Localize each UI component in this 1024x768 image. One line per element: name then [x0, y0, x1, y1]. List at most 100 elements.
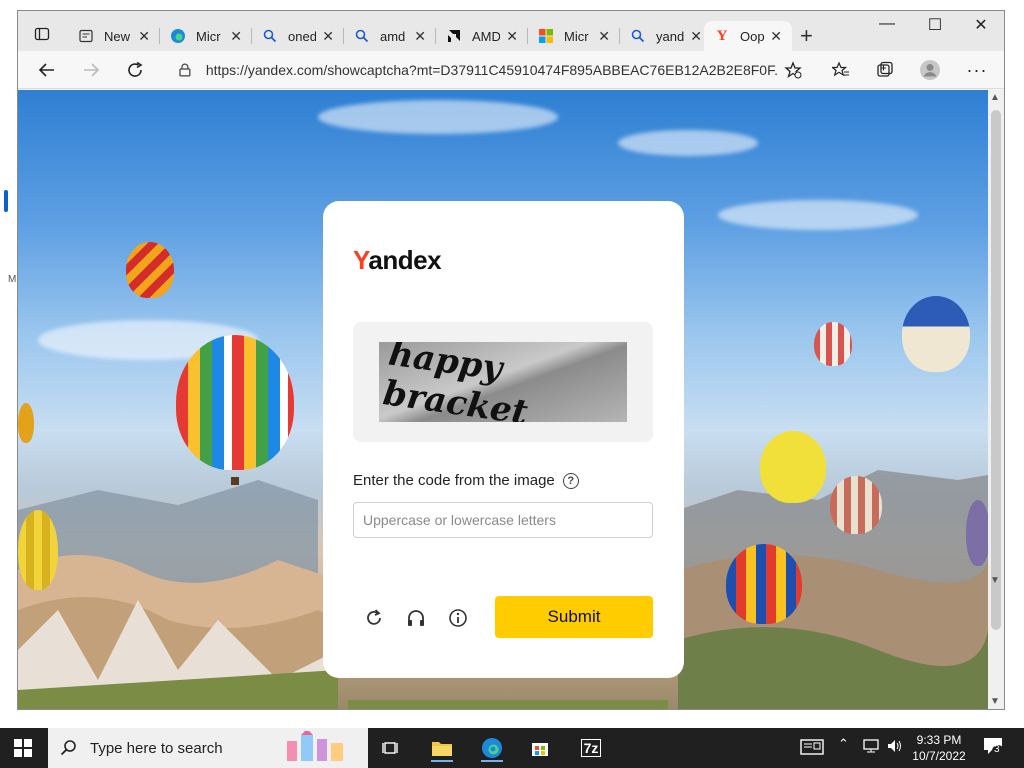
- windows-logo-icon: [14, 739, 32, 757]
- info-icon: [449, 609, 467, 627]
- close-tab-icon[interactable]: ✕: [414, 28, 426, 45]
- tab-microsoft-2[interactable]: Micr ✕: [528, 21, 620, 51]
- close-window-button[interactable]: ✕: [958, 15, 1004, 35]
- forward-button[interactable]: [76, 57, 106, 83]
- back-button[interactable]: [32, 57, 62, 83]
- more-dots-icon: ···: [966, 59, 988, 80]
- yandex-icon: Y: [716, 27, 728, 44]
- tab-microsoft-1[interactable]: Micr ✕: [160, 21, 252, 51]
- hot-air-balloon: [176, 335, 294, 470]
- taskbar: Type here to search 7z ⌃ 9:33 PM 10/7/20…: [0, 728, 1024, 768]
- close-tab-icon[interactable]: ✕: [770, 28, 782, 45]
- side-indicator: [4, 190, 8, 212]
- file-explorer-button[interactable]: [427, 734, 457, 762]
- search-icon: [262, 28, 278, 44]
- tab-page-icon: [78, 28, 94, 44]
- cloud: [318, 100, 558, 134]
- address-bar[interactable]: https://yandex.com/showcaptcha?mt=D37911…: [166, 55, 778, 85]
- yandex-logo: Yandex: [353, 245, 442, 275]
- captcha-image: happy bracket: [379, 342, 627, 422]
- refresh-icon: [128, 61, 143, 77]
- tray-news-icon[interactable]: [800, 738, 824, 759]
- headphones-icon: [408, 610, 424, 626]
- edge-taskbar-button[interactable]: [477, 734, 507, 762]
- avatar-icon: [920, 60, 940, 80]
- plus-icon: +: [800, 23, 813, 48]
- captcha-prompt: Enter the code from the image ?: [353, 472, 579, 489]
- close-tab-icon[interactable]: ✕: [230, 28, 242, 45]
- settings-menu-button[interactable]: ···: [962, 57, 992, 83]
- refresh-button[interactable]: [120, 57, 150, 83]
- notification-count-badge: 3: [994, 744, 1000, 755]
- search-icon: [60, 740, 76, 756]
- tab-search-yandex[interactable]: yand ✕: [620, 21, 712, 51]
- tab-search-onedrive[interactable]: oned ✕: [252, 21, 344, 51]
- captcha-image-frame: happy bracket: [353, 322, 653, 442]
- add-favorite-button[interactable]: [778, 57, 808, 83]
- back-arrow-icon: [38, 63, 54, 77]
- store-button[interactable]: [525, 734, 555, 762]
- tab-title: Micr: [196, 28, 221, 44]
- volume-button[interactable]: [886, 738, 904, 757]
- minimize-button[interactable]: —: [864, 15, 910, 33]
- new-tab-button[interactable]: +: [800, 23, 813, 49]
- tab-actions-button[interactable]: [26, 20, 58, 48]
- tab-yandex-active[interactable]: Y Oop ✕: [704, 21, 792, 51]
- browser-toolbar: https://yandex.com/showcaptcha?mt=D37911…: [18, 51, 1004, 89]
- cloud: [718, 200, 918, 230]
- hot-air-balloon: [18, 510, 58, 590]
- start-button[interactable]: [8, 736, 38, 760]
- hot-air-balloon: [726, 544, 802, 624]
- 7zip-button[interactable]: 7z: [576, 734, 606, 762]
- close-tab-icon[interactable]: ✕: [322, 28, 334, 45]
- collections-icon: [877, 61, 893, 77]
- scrollbar-thumb[interactable]: [991, 110, 1001, 630]
- help-icon[interactable]: ?: [562, 472, 579, 489]
- search-icon: [630, 28, 646, 44]
- close-icon: ✕: [974, 17, 988, 34]
- close-tab-icon[interactable]: ✕: [138, 28, 150, 45]
- task-view-button[interactable]: [376, 734, 406, 762]
- speaker-icon: [888, 740, 901, 752]
- taskbar-clock[interactable]: 9:33 PM 10/7/2022: [908, 732, 970, 764]
- refresh-captcha-button[interactable]: [361, 605, 387, 631]
- hot-air-balloon: [966, 500, 988, 566]
- lock-icon: [179, 63, 191, 77]
- search-icon: [354, 28, 370, 44]
- close-tab-icon[interactable]: ✕: [690, 28, 702, 45]
- network-button[interactable]: [862, 738, 880, 757]
- close-tab-icon[interactable]: ✕: [598, 28, 610, 45]
- forward-arrow-icon: [84, 63, 100, 77]
- notification-center-button[interactable]: 3: [982, 736, 1006, 761]
- scroll-up-icon[interactable]: ▲: [990, 92, 1000, 103]
- audio-captcha-button[interactable]: [403, 605, 429, 631]
- tab-amd[interactable]: AMD ✕: [436, 21, 528, 51]
- tab-new[interactable]: New ✕: [68, 21, 160, 51]
- scroll-down-icon[interactable]: ▼: [990, 696, 1000, 707]
- tab-search-amd[interactable]: amd ✕: [344, 21, 436, 51]
- taskbar-search-box[interactable]: Type here to search: [48, 728, 368, 768]
- tab-title: oned: [288, 28, 316, 44]
- captcha-code-input[interactable]: [353, 502, 653, 538]
- tab-actions-icon: [34, 27, 50, 41]
- favorites-icon: [832, 61, 849, 77]
- cloud: [618, 130, 758, 156]
- search-placeholder: Type here to search: [90, 739, 223, 757]
- network-icon: [863, 739, 879, 753]
- collections-button[interactable]: [870, 57, 900, 83]
- close-tab-icon[interactable]: ✕: [506, 28, 518, 45]
- info-button[interactable]: [445, 605, 471, 631]
- favorites-button[interactable]: [826, 57, 856, 83]
- tab-title: amd: [380, 28, 406, 44]
- clock-date: 10/7/2022: [912, 749, 966, 763]
- page-content: Yandex happy bracket Enter the code from…: [18, 90, 988, 709]
- profile-button[interactable]: [915, 57, 945, 83]
- page-scrollbar[interactable]: ▲ ▼ ▼: [988, 90, 1004, 709]
- browser-window: New ✕ Micr ✕ oned ✕ amd ✕ AMD ✕ Micr ✕ y…: [17, 10, 1005, 710]
- show-hidden-icons-button[interactable]: ⌃: [838, 736, 849, 752]
- hot-air-balloon: [18, 403, 34, 443]
- url-text: https://yandex.com/showcaptcha?mt=D37911…: [205, 62, 778, 78]
- submit-button[interactable]: Submit: [495, 596, 653, 638]
- hot-air-balloon: [814, 322, 852, 366]
- maximize-button[interactable]: ☐: [912, 15, 958, 35]
